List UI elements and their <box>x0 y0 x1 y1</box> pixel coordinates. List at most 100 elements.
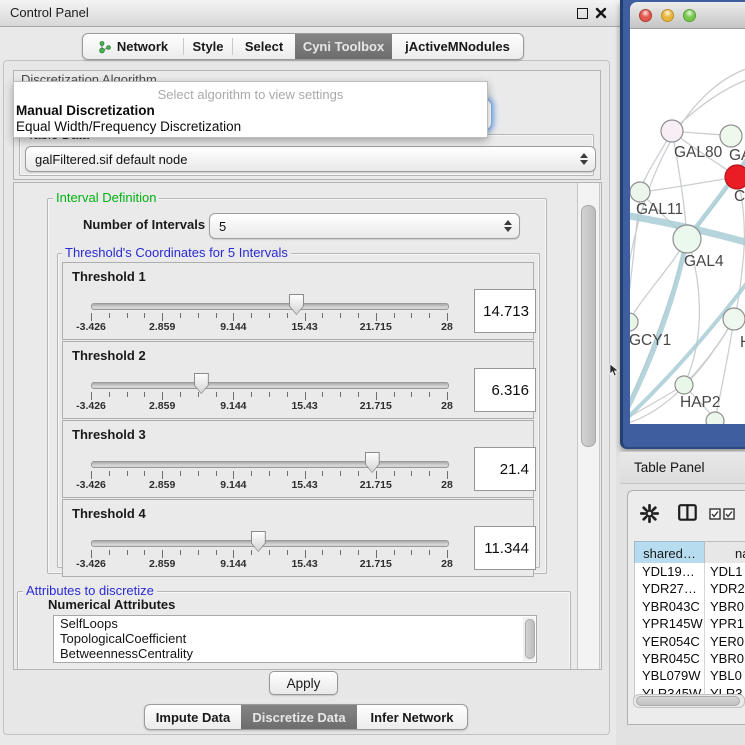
threshold-value-field[interactable]: 21.4 <box>474 447 536 491</box>
slider-tick <box>269 392 270 397</box>
network-node[interactable] <box>630 182 650 202</box>
float-window-icon[interactable] <box>577 8 588 19</box>
threshold-slider-thumb[interactable] <box>251 531 266 552</box>
zoom-traffic-light-icon[interactable] <box>683 9 696 22</box>
slider-tick <box>180 313 181 318</box>
network-node[interactable] <box>706 412 724 424</box>
table-cell[interactable]: YBR0 <box>704 650 745 667</box>
tab-jactivemnodules[interactable]: jActiveMNodules <box>392 34 523 59</box>
number-of-intervals-combobox[interactable]: 5 <box>209 213 520 239</box>
slider-tick <box>109 392 110 397</box>
gear-icon[interactable] <box>640 504 659 523</box>
tab-style[interactable]: Style <box>184 34 232 59</box>
tab-select[interactable]: Select <box>233 34 295 59</box>
algorithm-option-manual[interactable]: Manual Discretization <box>16 103 155 118</box>
network-node[interactable] <box>630 313 638 331</box>
table-cell[interactable]: YBR045C <box>635 650 704 667</box>
column-header-shared[interactable]: shared… <box>634 541 705 565</box>
table-cell[interactable]: YBL0 <box>704 667 745 684</box>
threshold-value-field[interactable]: 11.344 <box>474 526 536 570</box>
network-canvas[interactable]: GAL80GACGAL11GAL4GCY1HHAP2 <box>630 29 745 424</box>
attribute-item[interactable]: SelfLoops <box>54 616 536 631</box>
attributes-list-scrollbar-thumb[interactable] <box>525 619 535 659</box>
attribute-item[interactable]: BetweennessCentrality <box>54 646 536 661</box>
table-data-combobox[interactable]: galFiltered.sif default node <box>25 146 596 172</box>
table-cell[interactable]: YBR0 <box>704 598 745 615</box>
table-row[interactable]: YBL079WYBL0 <box>635 667 745 684</box>
threshold-slider-thumb[interactable] <box>194 373 209 394</box>
control-panel-tab-bar: Network Style Select Cyni Toolbox jActiv… <box>82 33 524 60</box>
attributes-list-scrollbar[interactable] <box>523 617 535 661</box>
slider-tick <box>251 392 252 397</box>
minimize-traffic-light-icon[interactable] <box>661 9 674 22</box>
network-node[interactable] <box>720 125 742 147</box>
slider-tick <box>198 392 199 397</box>
tab-infer-network[interactable]: Infer Network <box>357 705 467 729</box>
checkbox-icon[interactable] <box>723 508 735 520</box>
slider-tick-label: 21.715 <box>360 321 392 333</box>
tab-cyni-toolbox-label: Cyni Toolbox <box>303 39 384 54</box>
table-cell[interactable]: YDR2 <box>704 580 745 597</box>
tab-network[interactable]: Network <box>83 34 183 59</box>
close-traffic-light-icon[interactable] <box>639 9 652 22</box>
network-node[interactable] <box>675 376 693 394</box>
tab-discretize-data[interactable]: Discretize Data <box>241 705 357 729</box>
algorithm-dropdown-hint[interactable]: Select algorithm to view settings <box>14 87 487 102</box>
network-node[interactable] <box>725 165 745 189</box>
table-row[interactable]: YBR043CYBR0 <box>635 598 745 615</box>
table-cell[interactable]: YER054C <box>635 633 704 650</box>
table-cell[interactable]: YBL079W <box>635 667 704 684</box>
threshold-slider-track[interactable] <box>91 303 449 310</box>
close-icon[interactable] <box>595 7 607 19</box>
tab-cyni-toolbox[interactable]: Cyni Toolbox <box>295 34 392 59</box>
slider-tick-label: 28 <box>441 479 453 491</box>
columns-icon[interactable] <box>678 504 697 521</box>
table-row[interactable]: YBR045CYBR0 <box>635 650 745 667</box>
threshold-slider-track[interactable] <box>91 540 449 547</box>
table-cell[interactable]: YDR27… <box>635 580 704 597</box>
network-node[interactable] <box>723 308 745 330</box>
network-window-titlebar[interactable] <box>630 2 745 29</box>
table-cell[interactable]: YPR145W <box>635 615 704 632</box>
network-edge[interactable] <box>672 77 745 131</box>
numerical-attributes-list[interactable]: SelfLoopsTopologicalCoefficientBetweenne… <box>53 615 537 663</box>
network-node[interactable] <box>673 225 701 253</box>
threshold-slider-thumb[interactable] <box>365 452 380 473</box>
slider-tick <box>429 392 430 397</box>
slider-tick <box>233 313 234 321</box>
table-cell[interactable]: YBR043C <box>635 598 704 615</box>
threshold-value-field[interactable]: 6.316 <box>474 368 536 412</box>
slider-tick <box>109 550 110 555</box>
table-row[interactable]: YDR27…YDR2 <box>635 580 745 597</box>
settings-scrollbar-thumb[interactable] <box>581 205 596 447</box>
table-horizontal-scrollbar-thumb[interactable] <box>636 696 740 706</box>
table-row[interactable]: YPR145WYPR1 <box>635 615 745 632</box>
table-cell[interactable]: YDL1 <box>704 563 745 580</box>
threshold-slider-track[interactable] <box>91 461 449 468</box>
checkbox-icon[interactable] <box>709 508 721 520</box>
settings-scrollbar[interactable] <box>577 183 600 669</box>
algorithm-option-equal-width[interactable]: Equal Width/Frequency Discretization <box>16 119 241 134</box>
mouse-cursor <box>609 364 620 377</box>
threshold-value-field[interactable]: 14.713 <box>474 289 536 333</box>
slider-tick <box>269 313 270 318</box>
table-horizontal-scrollbar[interactable] <box>633 694 745 708</box>
table-cell[interactable]: YPR1 <box>704 615 745 632</box>
table-cell[interactable]: YER0 <box>704 633 745 650</box>
threshold-slider-thumb[interactable] <box>289 294 304 315</box>
tab-impute-data[interactable]: Impute Data <box>145 705 241 729</box>
slider-tick <box>429 313 430 318</box>
attribute-item[interactable]: TopologicalCoefficient <box>54 631 536 646</box>
apply-button[interactable]: Apply <box>269 671 338 695</box>
table-cell[interactable]: YDL19… <box>635 563 704 580</box>
slider-tick <box>162 392 163 400</box>
network-node[interactable] <box>661 120 683 142</box>
table-row[interactable]: YER054CYER0 <box>635 633 745 650</box>
slider-tick <box>127 392 128 397</box>
slider-tick <box>216 550 217 555</box>
table-row[interactable]: YDL19…YDL1 <box>635 563 745 580</box>
threshold-slider-track[interactable] <box>91 382 449 389</box>
threshold-label: Threshold 1 <box>72 269 146 284</box>
column-header-name[interactable]: na <box>704 541 745 565</box>
table-body[interactable]: YDL19…YDL1YDR27…YDR2YBR043CYBR0YPR145WYP… <box>634 563 745 697</box>
